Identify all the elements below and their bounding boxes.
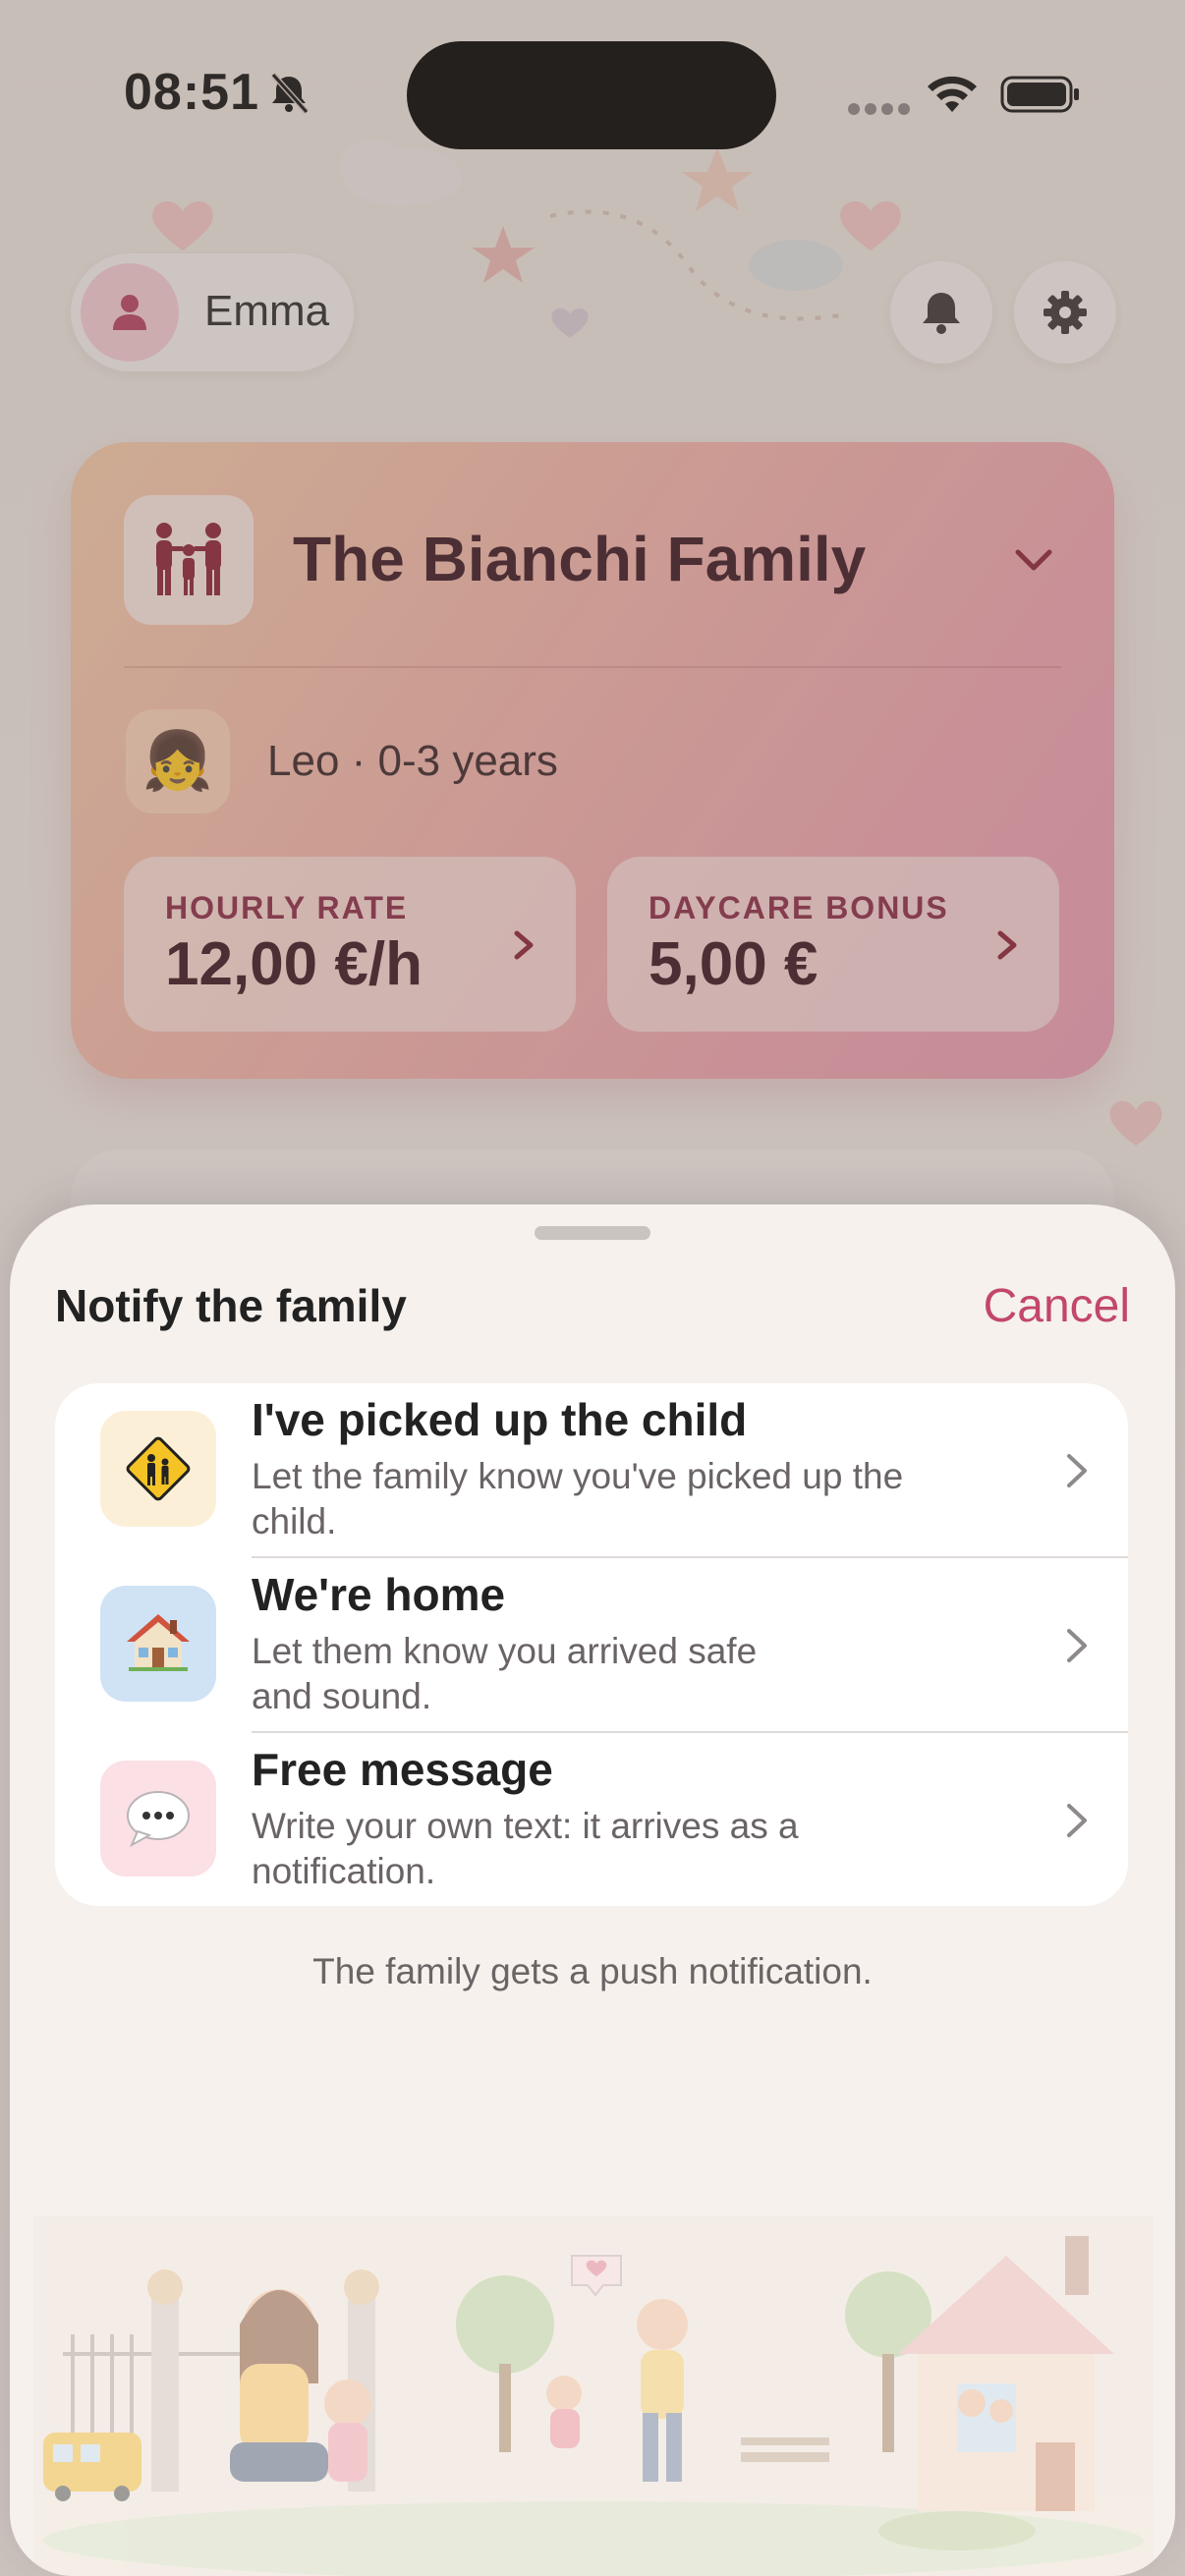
option-title: I've picked up the child bbox=[252, 1394, 748, 1445]
option-home[interactable]: We're home Let them know you arrived saf… bbox=[55, 1558, 1128, 1732]
chevron-right-icon bbox=[514, 930, 534, 960]
family-name: The Bianchi Family bbox=[293, 524, 867, 594]
person-icon bbox=[113, 295, 146, 330]
child-info: Leo · 0-3 years bbox=[267, 737, 558, 785]
user-name: Emma bbox=[204, 287, 330, 335]
child-emoji: 👧 bbox=[141, 729, 214, 793]
chevron-right-icon bbox=[997, 930, 1017, 960]
family-icon bbox=[156, 523, 221, 595]
user-profile-button[interactable]: Emma bbox=[71, 253, 354, 371]
option-free-message[interactable]: Free message Write your own text: it arr… bbox=[55, 1733, 1128, 1906]
signal-icon bbox=[848, 103, 910, 115]
family-card[interactable]: The Bianchi Family 👧 Leo · 0-3 years HOU… bbox=[71, 442, 1114, 1079]
daycare-bonus-value: 5,00 € bbox=[649, 930, 818, 998]
notifications-button[interactable] bbox=[890, 261, 992, 364]
option-icon-box bbox=[100, 1411, 216, 1527]
option-description: Let them know you arrived safe and sound… bbox=[252, 1631, 758, 1716]
status-bar: 08:51 bbox=[0, 0, 1185, 187]
avatar bbox=[81, 263, 179, 362]
option-icon-box bbox=[100, 1586, 216, 1702]
child-avatar: 👧 bbox=[126, 709, 230, 813]
wifi-icon bbox=[928, 76, 977, 112]
chevron-right-icon bbox=[1067, 1454, 1087, 1487]
footnote: The family gets a push notification. bbox=[312, 1951, 873, 1991]
family-icon-box bbox=[124, 495, 254, 625]
house-icon bbox=[127, 1614, 190, 1671]
hourly-rate-label: HOURLY RATE bbox=[165, 890, 409, 925]
option-icon-box bbox=[100, 1761, 216, 1876]
speech-bubble-icon bbox=[127, 1791, 190, 1848]
option-description: Let the family know you've picked up the… bbox=[252, 1456, 904, 1541]
notify-sheet: Notify the family Cancel I've picked up … bbox=[10, 1204, 1175, 2576]
clock: 08:51 bbox=[124, 64, 259, 121]
family-illustration bbox=[33, 2216, 1154, 2576]
daycare-bonus-button[interactable]: DAYCARE BONUS 5,00 € bbox=[607, 857, 1059, 1032]
sheet-title: Notify the family bbox=[55, 1280, 407, 1331]
battery-icon bbox=[1000, 76, 1079, 113]
divider bbox=[124, 666, 1061, 668]
chevron-right-icon bbox=[1067, 1629, 1087, 1662]
silent-mode-icon bbox=[270, 72, 310, 114]
settings-button[interactable] bbox=[1014, 261, 1116, 364]
bell-icon bbox=[923, 293, 960, 334]
options-list: I've picked up the child Let the family … bbox=[55, 1383, 1128, 1906]
chevron-down-icon[interactable] bbox=[1010, 540, 1057, 580]
cancel-button[interactable]: Cancel bbox=[984, 1279, 1130, 1333]
chevron-right-icon bbox=[1067, 1804, 1087, 1837]
gear-icon bbox=[1044, 291, 1087, 334]
hourly-rate-value: 12,00 €/h bbox=[165, 930, 423, 998]
dynamic-island bbox=[407, 41, 776, 149]
option-title: We're home bbox=[252, 1569, 506, 1620]
option-picked-up[interactable]: I've picked up the child Let the family … bbox=[55, 1383, 1128, 1557]
option-description: Write your own text: it arrives as a not… bbox=[252, 1806, 799, 1891]
school-crossing-sign-icon bbox=[126, 1436, 191, 1501]
sheet-grabber[interactable] bbox=[535, 1226, 650, 1240]
option-title: Free message bbox=[252, 1744, 553, 1795]
heart-decoration bbox=[1109, 1100, 1162, 1146]
daycare-bonus-label: DAYCARE BONUS bbox=[649, 890, 949, 925]
hourly-rate-button[interactable]: HOURLY RATE 12,00 €/h bbox=[124, 857, 576, 1032]
